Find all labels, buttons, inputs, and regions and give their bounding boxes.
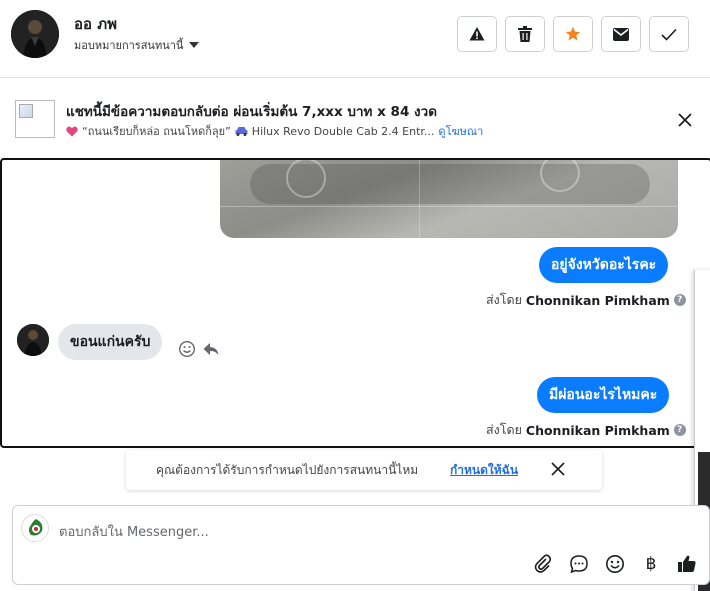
help-icon[interactable]: ? — [673, 294, 686, 306]
sender-name: Chonnikan Pimkham — [525, 292, 670, 308]
ad-title: แชทนี้มีข้อความตอบกลับต่อ ผ่อนเริ่มต้น 7… — [66, 104, 437, 120]
reply-input[interactable]: ตอบกลับใน Messenger... — [59, 521, 209, 542]
attach-button[interactable] — [532, 553, 554, 575]
sent-by-label: ส่งโดย Chonnikan Pimkham ? — [486, 290, 686, 310]
outgoing-message[interactable]: อยู่จังหวัดอะไรคะ — [539, 247, 669, 283]
reply-composer[interactable]: ตอบกลับใน Messenger... ฿ — [12, 505, 710, 585]
thumbs-up-icon — [678, 555, 696, 572]
reply-icon[interactable] — [202, 340, 220, 358]
incoming-message[interactable]: ขอนแก่นครับ — [58, 324, 163, 360]
ad-subtitle-row: “ถนนเรียบก็หล่อ ถนนโหดก็ลุย” Hilux Revo … — [66, 122, 483, 140]
star-button[interactable] — [553, 16, 593, 52]
message-thread[interactable]: อยู่จังหวัดอะไรคะ ส่งโดย Chonnikan Pimkh… — [0, 158, 710, 448]
like-button[interactable] — [676, 553, 698, 575]
report-spam-button[interactable] — [457, 16, 497, 52]
ad-context-banner: แชทนี้มีข้อความตอบกลับต่อ ผ่อนเริ่มต้น 7… — [0, 79, 710, 158]
help-icon[interactable]: ? — [673, 424, 686, 436]
assign-dropdown[interactable]: มอบหมายการสนทนานี้ — [74, 36, 200, 54]
emoji-react-icon[interactable] — [178, 340, 196, 358]
envelope-icon — [613, 27, 629, 41]
close-icon[interactable] — [675, 110, 695, 130]
assign-prompt: คุณต้องการได้รับการกำหนดไปยังการสนทนานี้… — [126, 450, 602, 490]
conversation-header: ออ ภพ มอบหมายการสนทนานี้ — [0, 0, 710, 78]
chevron-down-icon — [189, 42, 200, 48]
close-icon[interactable] — [550, 461, 566, 477]
outgoing-message[interactable]: มีผ่อนอะไรไหมคะ — [537, 377, 670, 413]
assign-to-me-link[interactable]: กำหนดให้ฉัน — [450, 461, 518, 480]
star-icon — [565, 26, 581, 41]
heart-icon — [66, 126, 78, 136]
shared-photo[interactable] — [220, 160, 678, 238]
emoji-icon — [606, 555, 624, 573]
trash-icon — [518, 26, 532, 42]
contact-name: ออ ภพ — [74, 15, 118, 33]
ad-model: Hilux Revo Double Cab 2.4 Entr... — [251, 124, 435, 138]
ad-thumbnail — [15, 100, 55, 138]
chat-bubble-icon — [570, 555, 588, 574]
contact-avatar[interactable] — [11, 10, 59, 58]
ad-slogan: “ถนนเรียบก็หล่อ ถนนโหดก็ลุย” — [82, 125, 231, 138]
contact-avatar-small — [17, 324, 49, 356]
page-avatar — [21, 514, 49, 542]
sent-by-prefix: ส่งโดย — [486, 422, 522, 437]
assign-prompt-text: คุณต้องการได้รับการกำหนดไปยังการสนทนานี้… — [156, 463, 419, 477]
delete-button[interactable] — [505, 16, 545, 52]
paperclip-icon — [534, 554, 552, 573]
check-icon — [661, 28, 677, 41]
baht-icon: ฿ — [645, 554, 657, 574]
mark-done-button[interactable] — [649, 16, 689, 52]
emoji-button[interactable] — [604, 553, 626, 575]
view-ad-link[interactable]: ดูโฆษณา — [438, 122, 483, 140]
mark-unread-button[interactable] — [601, 16, 641, 52]
sent-by-label: ส่งโดย Chonnikan Pimkham ? — [486, 420, 686, 440]
payment-button[interactable]: ฿ — [640, 553, 662, 575]
assign-label: มอบหมายการสนทนานี้ — [74, 39, 184, 52]
alert-icon — [469, 27, 485, 41]
sender-name: Chonnikan Pimkham — [525, 422, 670, 438]
saved-replies-button[interactable] — [568, 553, 590, 575]
sent-by-prefix: ส่งโดย — [486, 292, 522, 307]
car-icon — [235, 127, 248, 136]
